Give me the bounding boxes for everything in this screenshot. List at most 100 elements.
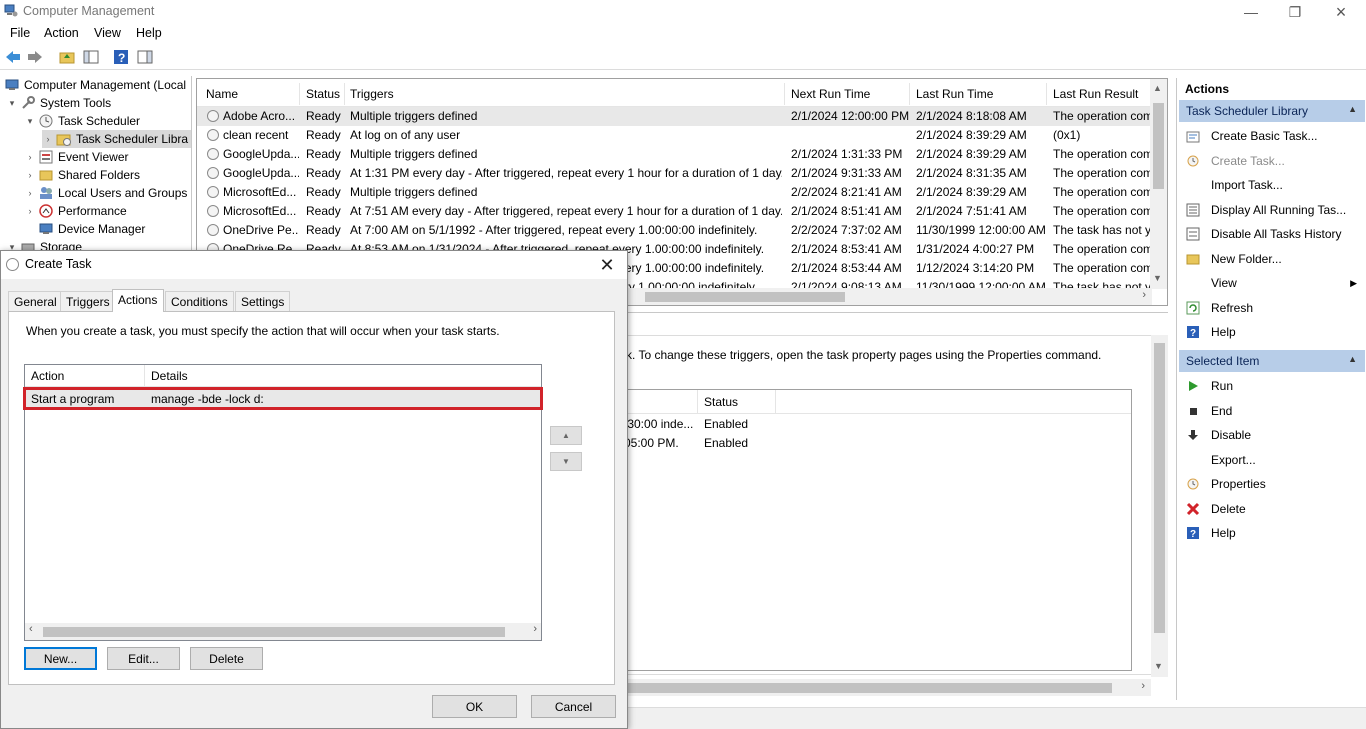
action-label: Create Task... — [1211, 153, 1285, 168]
tree-label: Shared Folders — [58, 168, 141, 182]
menu-file[interactable]: File — [10, 26, 30, 40]
help-icon[interactable]: ? — [112, 48, 130, 66]
col-triggers[interactable]: Triggers — [350, 87, 394, 101]
action-display-all-running-tas[interactable]: Display All Running Tas... — [1179, 198, 1365, 222]
expander-icon[interactable]: › — [24, 170, 36, 180]
tree-item-task-scheduler-library[interactable]: › Task Scheduler Libra — [42, 130, 191, 148]
actions-list-header: Action Details — [25, 365, 541, 387]
dialog-title-bar: Create Task ✕ — [1, 251, 627, 279]
menu-help[interactable]: Help — [136, 26, 162, 40]
close-window-button[interactable]: × — [1318, 0, 1364, 24]
tab-triggers[interactable]: Triggers — [60, 291, 116, 311]
task-row[interactable]: Adobe Acro... Ready Multiple triggers defi… — [197, 107, 1152, 126]
new-action-button[interactable]: New... — [24, 647, 97, 670]
task-row[interactable]: GoogleUpda... Ready At 1:31 PM every day -… — [197, 164, 1152, 183]
edit-action-button[interactable]: Edit... — [107, 647, 180, 670]
expander-icon[interactable]: › — [42, 134, 54, 144]
col-status[interactable]: Status — [704, 395, 738, 409]
tree-item-local-users-groups[interactable]: › Local Users and Groups — [24, 184, 188, 202]
section-task-scheduler-library[interactable]: Task Scheduler Library ▲ — [1179, 100, 1365, 122]
performance-icon — [38, 203, 54, 219]
actions-list-hscrollbar[interactable]: ‹ › — [25, 623, 541, 640]
ok-button[interactable]: OK — [432, 695, 517, 718]
cancel-button[interactable]: Cancel — [531, 695, 616, 718]
tree-item-system-tools[interactable]: ▾ System Tools — [6, 94, 111, 112]
action-view[interactable]: View ▶ — [1179, 271, 1365, 295]
col-next-run-time[interactable]: Next Run Time — [791, 87, 870, 101]
dialog-close-button[interactable]: ✕ — [593, 253, 621, 277]
task-row[interactable]: clean recent Ready At log on of any user 2/… — [197, 126, 1152, 145]
action-disable[interactable]: Disable — [1179, 423, 1365, 447]
action-new-folder[interactable]: New Folder... — [1179, 247, 1365, 271]
action-label: End — [1211, 403, 1233, 418]
action-properties[interactable]: Properties — [1179, 472, 1365, 496]
expander-icon[interactable]: ▾ — [24, 116, 36, 127]
tab-actions[interactable]: Actions — [112, 289, 164, 312]
move-up-button[interactable]: ▲ — [550, 426, 582, 445]
menu-view[interactable]: View — [94, 26, 121, 40]
folder-clock-icon — [56, 131, 72, 147]
action-label: Help — [1211, 526, 1236, 540]
tab-general[interactable]: General — [8, 291, 63, 311]
expander-icon[interactable]: › — [24, 152, 36, 162]
detail-vscrollbar[interactable]: ▼ — [1151, 335, 1168, 677]
back-icon[interactable] — [4, 48, 22, 66]
tree-item-shared-folders[interactable]: › Shared Folders — [24, 166, 141, 184]
action-create-task[interactable]: Create Task... — [1179, 149, 1365, 173]
section-selected-item[interactable]: Selected Item ▲ — [1179, 350, 1365, 372]
action-create-basic-task[interactable]: Create Basic Task... — [1179, 124, 1365, 148]
col-action[interactable]: Action — [31, 369, 64, 383]
expander-icon[interactable]: › — [24, 188, 36, 198]
col-name[interactable]: Name — [206, 87, 238, 101]
tree-item-device-manager[interactable]: Device Manager — [36, 220, 145, 238]
action-export[interactable]: Export... — [1179, 448, 1365, 472]
restore-button[interactable]: ❐ — [1272, 0, 1318, 24]
action-import-task[interactable]: Import Task... — [1179, 173, 1365, 197]
clock-icon — [6, 258, 19, 271]
tab-settings[interactable]: Settings — [235, 291, 291, 311]
collapse-icon[interactable]: ▲ — [1348, 104, 1357, 114]
actions-intro-text: When you create a task, you must specify… — [26, 324, 500, 338]
show-hide-action-pane-icon[interactable] — [136, 48, 154, 66]
action-end[interactable]: End — [1179, 399, 1365, 423]
task-last-result: The operation com — [1053, 242, 1152, 256]
collapse-icon[interactable]: ▲ — [1348, 354, 1357, 364]
delete-action-button[interactable]: Delete — [190, 647, 263, 670]
action-help[interactable]: ? Help — [1179, 320, 1365, 344]
task-last-run: 11/30/1999 12:00:00 AM — [916, 223, 1046, 237]
up-folder-icon[interactable] — [58, 48, 76, 66]
show-hide-tree-icon[interactable] — [82, 48, 100, 66]
tree-item-computer-management[interactable]: Computer Management (Local — [2, 76, 186, 94]
expander-icon[interactable]: › — [24, 206, 36, 216]
tree-item-event-viewer[interactable]: › Event Viewer — [24, 148, 129, 166]
forward-icon[interactable] — [26, 48, 44, 66]
action-help[interactable]: ? Help — [1179, 521, 1365, 545]
tree-item-task-scheduler[interactable]: ▾ Task Scheduler — [24, 112, 140, 130]
move-down-button[interactable]: ▼ — [550, 452, 582, 471]
task-triggers: At 7:00 AM on 5/1/1992 - After triggered… — [350, 223, 758, 237]
task-triggers: Multiple triggers defined — [350, 109, 478, 123]
detail-hscrollbar[interactable]: › — [626, 679, 1151, 696]
action-disable-all-tasks-history[interactable]: Disable All Tasks History — [1179, 222, 1365, 246]
tab-conditions[interactable]: Conditions — [165, 291, 234, 311]
action-delete[interactable]: Delete — [1179, 497, 1365, 521]
action-label: Disable All Tasks History — [1211, 227, 1342, 241]
col-status[interactable]: Status — [306, 87, 340, 101]
task-list-vscrollbar[interactable]: ▲ ▼ — [1150, 79, 1167, 289]
expander-icon[interactable]: ▾ — [6, 98, 18, 109]
col-details[interactable]: Details — [151, 369, 188, 383]
col-last-run-time[interactable]: Last Run Time — [916, 87, 993, 101]
tree-label: Device Manager — [58, 222, 146, 236]
minimize-button[interactable]: — — [1228, 0, 1274, 24]
task-row[interactable]: OneDrive Pe... Ready At 7:00 AM on 5/1/199… — [197, 221, 1152, 240]
task-row[interactable]: MicrosoftEd... Ready Multiple triggers def… — [197, 183, 1152, 202]
task-clock-icon — [207, 186, 219, 198]
action-run[interactable]: Run — [1179, 374, 1365, 398]
col-last-run-result[interactable]: Last Run Result — [1053, 87, 1138, 101]
tree-item-performance[interactable]: › Performance — [24, 202, 127, 220]
task-clock-icon — [207, 148, 219, 160]
action-refresh[interactable]: Refresh — [1179, 296, 1365, 320]
task-row[interactable]: MicrosoftEd... Ready At 7:51 AM every day … — [197, 202, 1152, 221]
menu-action[interactable]: Action — [44, 26, 79, 40]
task-row[interactable]: GoogleUpda... Ready Multiple triggers defi… — [197, 145, 1152, 164]
